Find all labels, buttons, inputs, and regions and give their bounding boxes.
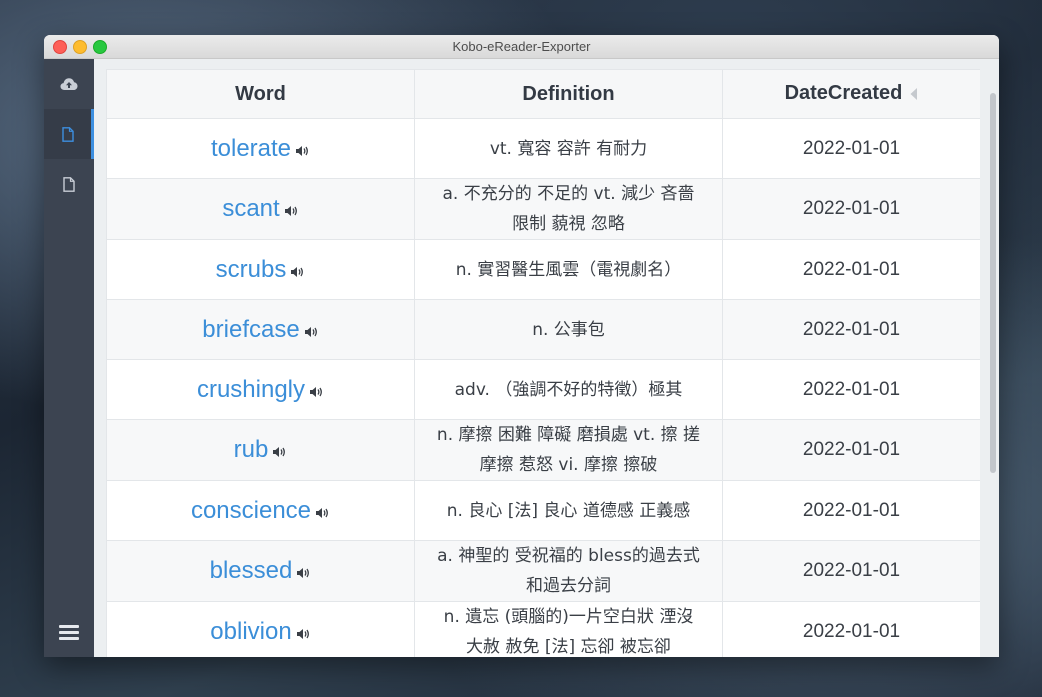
word-cell: conscience xyxy=(106,480,415,541)
table-header-row: Word Definition DateCreated xyxy=(106,69,980,119)
word-cell: blessed xyxy=(106,540,415,602)
definition-cell: n. 良心 [法] 良心 道德感 正義感 xyxy=(414,480,723,541)
speaker-icon[interactable] xyxy=(304,323,319,342)
definition-cell: a. 神聖的 受祝福的 bless的過去式和過去分詞 xyxy=(414,540,723,602)
table-row: scant a. 不充分的 不足的 vt. 減少 吝嗇 限制 藐視 忽略 202… xyxy=(106,178,980,240)
word-link[interactable]: oblivion xyxy=(210,618,291,645)
cloud-upload-icon xyxy=(60,78,78,90)
table-row: crushingly adv. （強調不好的特徵）極其 2022-01-01 xyxy=(106,359,980,420)
document-icon xyxy=(61,126,74,142)
date-text: 2022-01-01 xyxy=(802,198,901,219)
word-link[interactable]: scrubs xyxy=(216,256,287,283)
date-cell: 2022-01-01 xyxy=(722,299,980,360)
word-link[interactable]: scant xyxy=(222,195,279,222)
sidebar-item-upload[interactable] xyxy=(44,59,94,109)
date-cell: 2022-01-01 xyxy=(722,601,980,657)
title-bar: Kobo-eReader-Exporter xyxy=(44,35,999,59)
date-cell: 2022-01-01 xyxy=(722,419,980,481)
word-cell: oblivion xyxy=(106,601,415,657)
definition-text: n. 實習醫生風雲（電視劇名） xyxy=(455,259,682,280)
table-row: tolerate vt. 寬容 容許 有耐力 2022-01-01 xyxy=(106,118,980,179)
definition-text: a. 神聖的 受祝福的 bless的過去式和過去分詞 xyxy=(437,546,700,596)
speaker-icon[interactable] xyxy=(284,202,299,221)
definition-text: n. 良心 [法] 良心 道德感 正義感 xyxy=(446,500,691,521)
word-link[interactable]: rub xyxy=(234,436,269,463)
definition-text: n. 公事包 xyxy=(532,319,605,340)
table-row: scrubs n. 實習醫生風雲（電視劇名） 2022-01-01 xyxy=(106,239,980,300)
definition-text: adv. （強調不好的特徵）極其 xyxy=(454,379,683,400)
definition-cell: n. 實習醫生風雲（電視劇名） xyxy=(414,239,723,300)
app-window: Kobo-eReader-Exporter Word Definition Da… xyxy=(44,35,999,657)
speaker-icon[interactable] xyxy=(290,263,305,282)
column-header-definition[interactable]: Definition xyxy=(414,69,723,119)
sidebar xyxy=(44,59,94,657)
table-row: oblivion n. 遺忘 (頭腦的)一片空白狀 湮沒 大赦 赦免 [法] 忘… xyxy=(106,601,980,657)
word-link[interactable]: conscience xyxy=(191,497,311,524)
definition-cell: n. 摩擦 困難 障礙 磨損處 vt. 擦 搓 摩擦 惹怒 vi. 摩擦 擦破 xyxy=(414,419,723,481)
table-row: conscience n. 良心 [法] 良心 道德感 正義感 2022-01-… xyxy=(106,480,980,541)
word-link[interactable]: tolerate xyxy=(211,135,291,162)
table-row: rub n. 摩擦 困難 障礙 磨損處 vt. 擦 搓 摩擦 惹怒 vi. 摩擦… xyxy=(106,419,980,481)
speaker-icon[interactable] xyxy=(272,443,287,462)
word-cell: crushingly xyxy=(106,359,415,420)
sidebar-item-document-active[interactable] xyxy=(44,109,94,159)
word-cell: scant xyxy=(106,178,415,240)
definition-cell: adv. （強調不好的特徵）極其 xyxy=(414,359,723,420)
date-cell: 2022-01-01 xyxy=(722,540,980,602)
window-title: Kobo-eReader-Exporter xyxy=(452,39,591,54)
hamburger-menu-icon xyxy=(59,624,79,640)
speaker-icon[interactable] xyxy=(315,504,330,523)
table-row: blessed a. 神聖的 受祝福的 bless的過去式和過去分詞 2022-… xyxy=(106,540,980,602)
date-cell: 2022-01-01 xyxy=(722,178,980,240)
main-content: Word Definition DateCreated tolerate vt.… xyxy=(94,59,999,657)
column-header-datecreated[interactable]: DateCreated xyxy=(722,69,980,119)
definition-cell: n. 公事包 xyxy=(414,299,723,360)
date-text: 2022-01-01 xyxy=(802,258,901,280)
definition-cell: a. 不充分的 不足的 vt. 減少 吝嗇 限制 藐視 忽略 xyxy=(414,178,723,240)
sidebar-item-document[interactable] xyxy=(44,159,94,209)
word-cell: scrubs xyxy=(106,239,415,300)
speaker-icon[interactable] xyxy=(296,625,311,644)
definition-text: n. 遺忘 (頭腦的)一片空白狀 湮沒 大赦 赦免 [法] 忘卻 被忘卻 xyxy=(443,607,694,657)
table-row: briefcase n. 公事包 2022-01-01 xyxy=(106,299,980,360)
speaker-icon[interactable] xyxy=(296,564,311,583)
column-header-word[interactable]: Word xyxy=(106,69,415,119)
word-link[interactable]: briefcase xyxy=(202,316,299,343)
date-cell: 2022-01-01 xyxy=(722,480,980,541)
date-text: 2022-01-01 xyxy=(802,499,901,521)
word-link[interactable]: blessed xyxy=(210,557,293,584)
vocabulary-table: Word Definition DateCreated tolerate vt.… xyxy=(106,69,980,657)
word-cell: briefcase xyxy=(106,299,415,360)
date-cell: 2022-01-01 xyxy=(722,239,980,300)
date-text: 2022-01-01 xyxy=(802,378,901,400)
definition-cell: n. 遺忘 (頭腦的)一片空白狀 湮沒 大赦 赦免 [法] 忘卻 被忘卻 xyxy=(414,601,723,657)
speaker-icon[interactable] xyxy=(295,142,310,161)
date-cell: 2022-01-01 xyxy=(722,118,980,179)
definition-cell: vt. 寬容 容許 有耐力 xyxy=(414,118,723,179)
date-cell: 2022-01-01 xyxy=(722,359,980,420)
definition-text: vt. 寬容 容許 有耐力 xyxy=(489,138,648,159)
date-text: 2022-01-01 xyxy=(802,318,901,340)
definition-text: a. 不充分的 不足的 vt. 減少 吝嗇 限制 藐視 忽略 xyxy=(442,184,695,234)
document-icon xyxy=(63,176,75,192)
word-cell: tolerate xyxy=(106,118,415,179)
sort-indicator-icon xyxy=(910,83,918,106)
definition-text: n. 摩擦 困難 障礙 磨損處 vt. 擦 搓 摩擦 惹怒 vi. 摩擦 擦破 xyxy=(436,425,701,475)
date-text: 2022-01-01 xyxy=(802,560,901,581)
word-link[interactable]: crushingly xyxy=(197,376,305,403)
date-text: 2022-01-01 xyxy=(802,137,901,159)
date-text: 2022-01-01 xyxy=(802,621,901,642)
word-cell: rub xyxy=(106,419,415,481)
scrollbar[interactable] xyxy=(990,93,996,473)
speaker-icon[interactable] xyxy=(309,383,324,402)
date-text: 2022-01-01 xyxy=(802,439,901,460)
menu-button[interactable] xyxy=(44,607,94,657)
